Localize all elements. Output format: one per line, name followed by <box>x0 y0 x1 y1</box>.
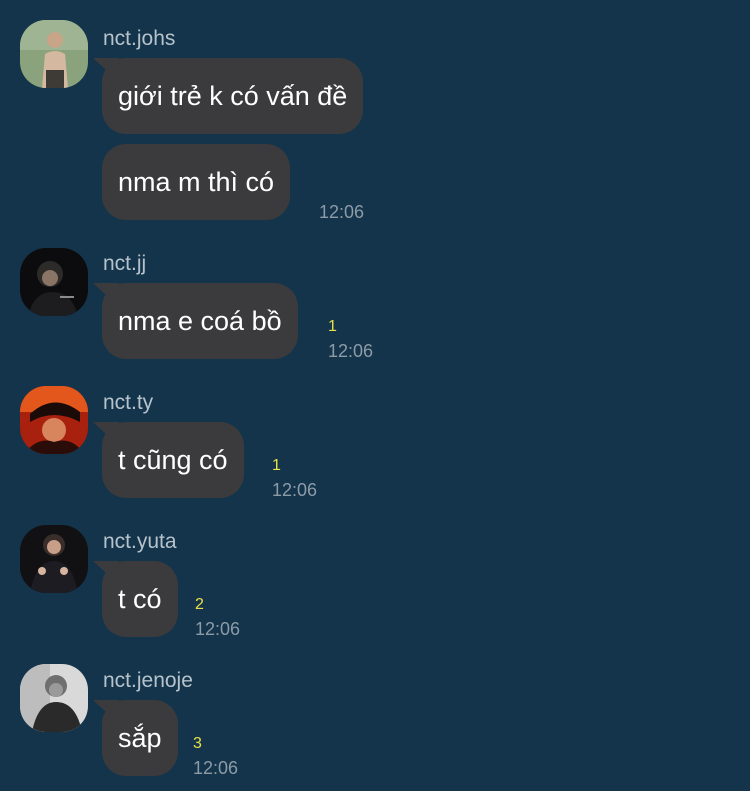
sender-name: nct.ty <box>103 391 154 414</box>
message-bubble[interactable]: sắp <box>102 700 178 776</box>
message-bubble[interactable]: t cũng có <box>102 422 244 498</box>
user-avatar-icon[interactable] <box>20 20 88 88</box>
message-bubble[interactable]: nma m thì có <box>102 144 291 220</box>
unread-count: 3 <box>193 735 202 752</box>
message-timestamp: 12:06 <box>319 202 365 222</box>
message-bubble[interactable]: nma e coá bồ <box>102 283 298 359</box>
sender-name: nct.jenoje <box>103 669 193 692</box>
sender-name: nct.jj <box>103 252 147 275</box>
unread-count: 1 <box>272 457 281 474</box>
user-avatar-icon[interactable] <box>20 248 88 316</box>
sender-name: nct.johs <box>103 27 176 50</box>
message-timestamp: 12:06 <box>272 480 318 500</box>
message-bubble[interactable]: giới trẻ k có vấn đề <box>102 58 364 134</box>
user-avatar-icon[interactable] <box>20 664 88 732</box>
user-avatar-icon[interactable] <box>20 525 88 593</box>
sender-name: nct.yuta <box>103 530 177 553</box>
unread-count: 2 <box>195 596 204 613</box>
unread-count: 1 <box>328 318 337 335</box>
user-avatar-icon[interactable] <box>20 386 88 454</box>
message-timestamp: 12:06 <box>193 758 239 778</box>
message-timestamp: 12:06 <box>328 341 374 361</box>
message-bubble[interactable]: t có <box>102 561 178 637</box>
message-timestamp: 12:06 <box>195 619 241 639</box>
